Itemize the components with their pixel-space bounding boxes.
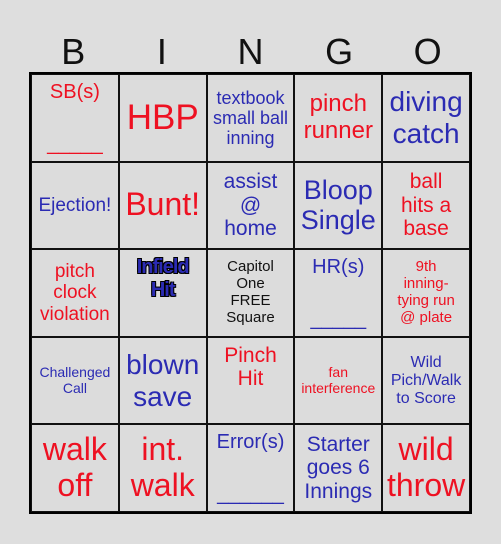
square-text-line [248,455,254,481]
square-text-line: clock [53,282,97,304]
square-text-line [72,105,78,131]
square-text-line: Hit [237,367,264,391]
square-text-line: FREE [230,291,271,309]
square-text-line: pinch [309,89,367,117]
square-text-line: Starter [306,432,370,456]
bingo-header: B I N G O [29,30,472,74]
square-text-line: pitch [54,261,95,283]
bingo-square[interactable]: 9th inning-tying run @ plate [382,249,470,337]
square-text-line: @ plate [400,308,453,326]
square-text-line: goes 6 [306,456,370,480]
square-text-line: ball [409,170,443,194]
square-text-line: diving [389,86,463,118]
square-text-line: Capitol [227,258,274,276]
bingo-square[interactable]: textbook small ball inning [206,74,295,162]
bingo-square[interactable]: fan interference [294,336,383,425]
bingo-square[interactable]: ball hits a base [382,161,470,250]
square-text-line: Single [300,205,376,236]
square-text-line: _____ [47,132,103,155]
bingo-square[interactable]: Capitol One FREE Square [206,249,295,337]
bingo-square[interactable]: HBP [118,74,207,162]
square-text-line: wild [398,431,454,468]
square-text-line: HBP [126,98,199,138]
bingo-square[interactable]: HR(s) _____ [294,249,383,337]
square-text-line: violation [40,303,110,325]
header-letter: G [325,31,354,72]
bingo-square[interactable]: walk off [31,424,119,512]
square-text-line: Pinch [224,343,277,367]
square-text-line: base [403,217,449,241]
square-text-line: home [224,217,277,241]
bingo-square[interactable]: Error(s) ______ [206,424,295,512]
square-text-line: Error(s) [216,431,285,454]
square-text-line: Pich/Walk [390,371,462,389]
bingo-square[interactable]: Starter goes 6 Innings [294,424,383,512]
square-text-line: fan [328,363,349,380]
square-text-line: catch [392,117,460,149]
bingo-square[interactable]: Bloop Single [294,161,383,250]
header-letter: O [413,31,442,72]
square-text-line: Innings [304,479,373,503]
header-letter: I [156,31,167,72]
square-text-line: Call [62,379,87,396]
bingo-square[interactable]: Challenged Call [31,336,119,425]
square-text-line [336,280,342,306]
square-text-line: _____ [310,307,367,330]
square-text-line: int. [141,431,185,468]
square-text-line: save [133,380,193,412]
square-text-line: Wild [410,353,442,371]
square-text-line: runner [303,116,373,144]
square-text-line: Infield [136,256,190,279]
square-text-line: One [236,275,265,293]
bingo-square[interactable]: wild throw [382,424,470,512]
bingo-square[interactable]: int. walk [118,424,207,512]
bingo-card-grid: SB(s) _____ HBP textbook small ball inning pi… [29,72,472,514]
square-text-line: to Score [396,389,456,407]
square-text-line: ______ [217,483,284,506]
square-text-line: Square [226,308,275,326]
square-text-line: walk [42,431,107,468]
bingo-square[interactable]: Bunt! [118,161,207,250]
square-text-line: Challenged [39,363,111,380]
square-text-line: off [57,467,93,504]
bingo-square[interactable]: blown save [118,336,207,425]
bingo-square[interactable]: SB(s) _____ [31,74,119,162]
bingo-square[interactable]: Infield Hit [118,249,207,337]
square-text-line: blown [126,349,200,381]
bingo-square[interactable]: diving catch [382,74,470,162]
bingo-square[interactable]: Wild Pich/Walk to Score [382,336,470,425]
square-text-line: Hit [150,278,176,301]
square-text-line: throw [386,467,466,504]
square-text-line: interference [301,379,376,396]
square-text-line: 9th [415,258,437,276]
square-text-line: walk [130,467,195,504]
square-text-line: assist [223,170,278,194]
square-text-line: tying run [397,291,455,309]
square-text-line: inning [226,127,275,148]
header-letter: N [237,31,264,72]
square-text-line: @ [239,193,262,217]
bingo-square[interactable]: assist @ home [206,161,295,250]
square-text-line: inning- [403,275,449,293]
bingo-square[interactable]: pinch runner [294,74,383,162]
square-text-line: SB(s) [49,80,100,103]
header-letter: B [61,31,86,72]
square-text-line: Ejection! [38,194,112,216]
bingo-square[interactable]: Ejection! [31,161,119,250]
square-text-line: Bunt! [125,186,201,223]
square-text-line: hits a [400,193,452,217]
square-text-line: HR(s) [312,255,365,278]
square-text-line: Bloop [303,175,373,206]
square-text-line: small ball [212,107,288,128]
bingo-square[interactable]: Pinch Hit [206,336,295,425]
bingo-square[interactable]: pitch clock violation [31,249,119,337]
square-text-line: textbook [216,87,285,108]
